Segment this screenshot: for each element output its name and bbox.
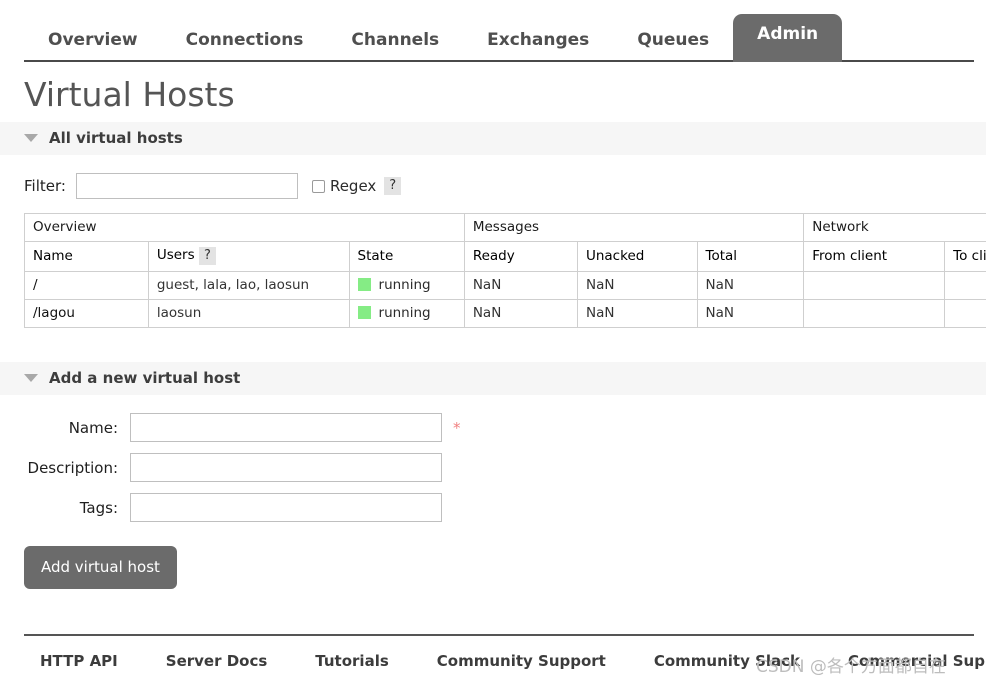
cell-vhost-users: guest, lala, lao, laosun [147,271,350,300]
nav-tab-overview[interactable]: Overview [24,20,162,62]
column-header-users[interactable]: Users ? [147,241,350,272]
footer-link-community-slack[interactable]: Community Slack [654,652,800,670]
table-row[interactable]: / guest, lala, lao, laosun running NaN N… [24,271,986,300]
cell-messages-ready: NaN [463,271,578,300]
regex-label[interactable]: Regex [330,177,376,195]
tags-input[interactable] [130,493,442,522]
cell-vhost-users: laosun [147,299,350,328]
cell-messages-total: NaN [696,271,805,300]
name-input[interactable] [130,413,442,442]
cell-network-from-client [803,299,946,328]
column-header-state[interactable]: State [348,241,465,272]
status-badge: running [378,305,431,321]
cell-vhost-state: running [348,299,465,328]
regex-help-icon[interactable]: ? [384,177,402,195]
table-group-header-row: Overview Messages Network [24,213,986,242]
cell-messages-ready: NaN [463,299,578,328]
column-header-users-label: Users [156,247,195,263]
footer-link-tutorials[interactable]: Tutorials [315,652,388,670]
column-header-from-client[interactable]: From client [803,241,946,272]
add-virtual-host-section: Add a new virtual host Name: * Descripti… [0,362,986,589]
cell-vhost-state: running [348,271,465,300]
tags-label: Tags: [79,498,118,517]
status-indicator-icon [357,306,371,319]
table-group-network: Network [803,213,986,242]
footer-divider [24,634,974,636]
add-virtual-host-button[interactable]: Add virtual host [24,546,177,589]
status-indicator-icon [357,278,371,291]
filter-input[interactable] [75,173,298,199]
cell-messages-unacked: NaN [576,299,698,328]
main-navigation: Overview Connections Channels Exchanges … [0,0,986,62]
section-title-all-virtual-hosts: All virtual hosts [49,129,183,147]
cell-network-to-client [944,299,986,328]
table-row[interactable]: /lagou laosun running NaN NaN NaN [24,299,986,328]
filter-bar: Filter: Regex ? [24,173,986,199]
nav-tab-exchanges[interactable]: Exchanges [463,20,613,62]
cell-network-from-client [803,271,946,300]
footer-link-server-docs[interactable]: Server Docs [166,652,268,670]
name-label: Name: [68,418,118,437]
section-header-all-virtual-hosts[interactable]: All virtual hosts [0,122,986,155]
description-label: Description: [27,458,118,477]
status-badge: running [378,277,431,293]
table-group-messages: Messages [463,213,805,242]
virtual-hosts-table: Overview Messages Network Name Users ? S… [24,213,986,328]
nav-tab-channels[interactable]: Channels [327,20,463,62]
cell-network-to-client [944,271,986,300]
form-row-name: Name: * [0,413,986,442]
footer-link-http-api[interactable]: HTTP API [40,652,118,670]
section-title-add-virtual-host: Add a new virtual host [49,369,241,387]
cell-vhost-name[interactable]: /lagou [24,299,149,328]
nav-tab-connections[interactable]: Connections [162,20,328,62]
column-header-name[interactable]: Name [24,241,149,272]
footer: HTTP API Server Docs Tutorials Community… [0,634,986,688]
description-input[interactable] [130,453,442,482]
table-column-header-row: Name Users ? State Ready Unacked Total F… [24,241,986,272]
footer-link-commercial-support[interactable]: Commercial Support [848,652,986,670]
column-header-ready[interactable]: Ready [463,241,578,272]
footer-link-community-support[interactable]: Community Support [437,652,606,670]
filter-label: Filter: [24,177,66,195]
cell-messages-total: NaN [696,299,805,328]
section-header-add-virtual-host[interactable]: Add a new virtual host [0,362,986,395]
nav-tab-queues[interactable]: Queues [613,20,733,62]
nav-tab-admin[interactable]: Admin [733,14,843,62]
add-virtual-host-form: Name: * Description: Tags: Add virtual h… [0,413,986,589]
chevron-down-icon [24,134,38,142]
column-header-total[interactable]: Total [696,241,805,272]
footer-links: HTTP API Server Docs Tutorials Community… [0,634,986,688]
form-row-description: Description: [0,453,986,482]
regex-checkbox[interactable] [311,179,325,193]
chevron-down-icon [24,374,38,382]
required-asterisk: * [453,418,461,437]
table-group-overview: Overview [24,213,465,242]
page-title: Virtual Hosts [24,75,235,114]
form-row-tags: Tags: [0,493,986,522]
cell-messages-unacked: NaN [576,271,698,300]
column-header-unacked[interactable]: Unacked [576,241,698,272]
users-help-icon[interactable]: ? [198,247,216,265]
cell-vhost-name[interactable]: / [24,271,149,300]
column-header-to-client[interactable]: To client [944,241,986,272]
